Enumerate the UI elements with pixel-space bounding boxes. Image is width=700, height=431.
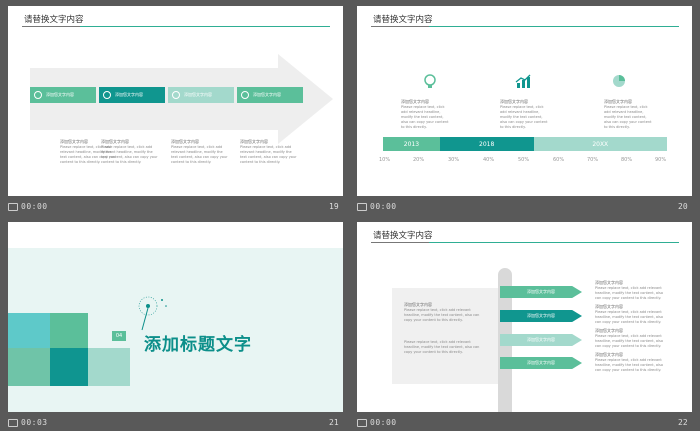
content-panel: 添加您文字内容 Please replace text, click add r… xyxy=(392,288,498,384)
mosaic-tile xyxy=(8,313,50,348)
block-body: Please replace text, click add relevant … xyxy=(595,286,663,300)
item-body: Please replace text, click add relevant … xyxy=(604,105,652,129)
signpost-flag-4: 添加您文字内容 xyxy=(500,357,582,369)
slide-footer-22: 00:00 xyxy=(357,418,397,430)
slide-thumbnail-20[interactable]: 请替换文字内容 添加您文字内容 Please replace text, cli… xyxy=(357,6,692,196)
slide-transition-icon xyxy=(8,418,18,427)
block-body: Please replace text, click add relevant … xyxy=(404,340,480,354)
percent-label: 20% xyxy=(413,157,425,163)
timeline-segment-2: 2018 xyxy=(439,137,534,151)
text-column-3: 添加您文字内容 Please replace text, click add r… xyxy=(171,139,229,165)
slide-footer-20: 00:00 xyxy=(357,202,397,214)
slide-thumbnail-19[interactable]: 请替换文字内容 添加您文字内容 添加您文字内容 添加您文字内容 添加您文字内容 … xyxy=(8,6,343,196)
pie-chart-icon xyxy=(613,75,625,87)
signpost-flag-1: 添加您文字内容 xyxy=(500,286,582,298)
item-body: Please replace text, click add relevant … xyxy=(401,105,449,129)
flag-label: 添加您文字内容 xyxy=(527,337,555,342)
text-block-1: 添加您文字内容 Please replace text, click add r… xyxy=(404,302,482,323)
text-column-3: 添加您文字内容 Please replace text, click add r… xyxy=(604,99,652,130)
mosaic-tile xyxy=(8,348,50,386)
percent-label: 40% xyxy=(483,157,495,163)
slide-transition-icon xyxy=(357,202,367,211)
text-column-4: 添加您文字内容 Please replace text, click add r… xyxy=(240,139,298,165)
percent-label: 30% xyxy=(448,157,460,163)
process-box-label: 添加您文字内容 xyxy=(253,92,281,97)
slide-timing: 00:00 xyxy=(21,202,48,211)
timeline-segment-3: 20XX xyxy=(533,137,667,151)
right-text-1: 添加您文字内容 Please replace text, click add r… xyxy=(595,280,665,301)
process-box-label: 添加您文字内容 xyxy=(46,92,74,97)
signpost-flag-3: 添加您文字内容 xyxy=(500,334,582,346)
column-body: Please replace text, click add relevant … xyxy=(101,145,158,164)
slide-timing: 00:00 xyxy=(370,202,397,211)
right-text-3: 添加您文字内容 Please replace text, click add r… xyxy=(595,328,665,349)
trophy-icon xyxy=(241,91,249,99)
percent-label: 70% xyxy=(587,157,599,163)
process-box-3: 添加您文字内容 xyxy=(168,87,234,103)
title-underline-accent xyxy=(371,242,429,243)
slide-timing: 00:00 xyxy=(370,418,397,427)
percent-label: 80% xyxy=(621,157,633,163)
slide-timing: 00:03 xyxy=(21,418,48,427)
section-number: 04 xyxy=(115,333,123,339)
block-body: Please replace text, click add relevant … xyxy=(595,358,663,372)
section-badge: 04 xyxy=(112,331,126,341)
mosaic-tile xyxy=(50,313,88,348)
flag-label: 添加您文字内容 xyxy=(527,289,555,294)
slide-footer-19: 00:00 xyxy=(8,202,48,214)
people-icon xyxy=(103,91,111,99)
right-text-4: 添加您文字内容 Please replace text, click add r… xyxy=(595,352,665,373)
percent-label: 90% xyxy=(655,157,667,163)
growth-chart-icon xyxy=(515,74,531,88)
title-underline-accent xyxy=(371,26,429,27)
mosaic-tile xyxy=(50,348,88,386)
column-body: Please replace text, click add relevant … xyxy=(240,145,297,164)
process-box-4: 添加您文字内容 xyxy=(237,87,303,103)
text-column-1: 添加您文字内容 Please replace text, click add r… xyxy=(401,99,449,130)
gear-icon xyxy=(172,91,180,99)
timeline-segment-1: 2013 xyxy=(383,137,440,151)
right-text-2: 添加您文字内容 Please replace text, click add r… xyxy=(595,304,665,325)
slide-number: 19 xyxy=(329,202,339,211)
text-column-2: 添加您文字内容 Please replace text, click add r… xyxy=(101,139,159,165)
slide-thumbnail-21[interactable]: 04 添加标题文字 xyxy=(8,222,343,412)
process-box-label: 添加您文字内容 xyxy=(115,92,143,97)
slide-title: 请替换文字内容 xyxy=(373,231,433,241)
text-column-2: 添加您文字内容 Please replace text, click add r… xyxy=(500,99,548,130)
flag-label: 添加您文字内容 xyxy=(527,360,555,365)
process-box-1: 添加您文字内容 xyxy=(30,87,96,103)
lightbulb-icon xyxy=(424,74,436,88)
process-box-2: 添加您文字内容 xyxy=(99,87,165,103)
slide-transition-icon xyxy=(357,418,367,427)
percent-label: 10% xyxy=(379,157,391,163)
lightbulb-icon xyxy=(34,91,42,99)
slide-number: 20 xyxy=(678,202,688,211)
slide-number: 22 xyxy=(678,418,688,427)
process-box-label: 添加您文字内容 xyxy=(184,92,212,97)
slide-thumbnail-22[interactable]: 请替换文字内容 添加您文字内容 Please replace text, cli… xyxy=(357,222,692,412)
slide-title: 请替换文字内容 xyxy=(373,15,433,25)
signpost-flag-2: 添加您文字内容 xyxy=(500,310,582,322)
flag-label: 添加您文字内容 xyxy=(527,313,555,318)
section-title: 添加标题文字 xyxy=(144,335,252,355)
slide-footer-21: 00:03 xyxy=(8,418,48,430)
slide-title: 请替换文字内容 xyxy=(24,15,84,25)
dandelion-icon xyxy=(138,296,167,331)
slide-number: 21 xyxy=(329,418,339,427)
percent-label: 50% xyxy=(518,157,530,163)
item-body: Please replace text, click add relevant … xyxy=(500,105,548,129)
slide-transition-icon xyxy=(8,202,18,211)
mosaic-tile xyxy=(88,348,130,386)
percent-label: 60% xyxy=(553,157,565,163)
block-body: Please replace text, click add relevant … xyxy=(595,310,663,324)
column-body: Please replace text, click add relevant … xyxy=(171,145,228,164)
block-body: Please replace text, click add relevant … xyxy=(595,334,663,348)
text-block-2: Please replace text, click add relevant … xyxy=(404,340,482,355)
block-body: Please replace text, click add relevant … xyxy=(404,308,480,322)
title-underline-accent xyxy=(22,26,80,27)
